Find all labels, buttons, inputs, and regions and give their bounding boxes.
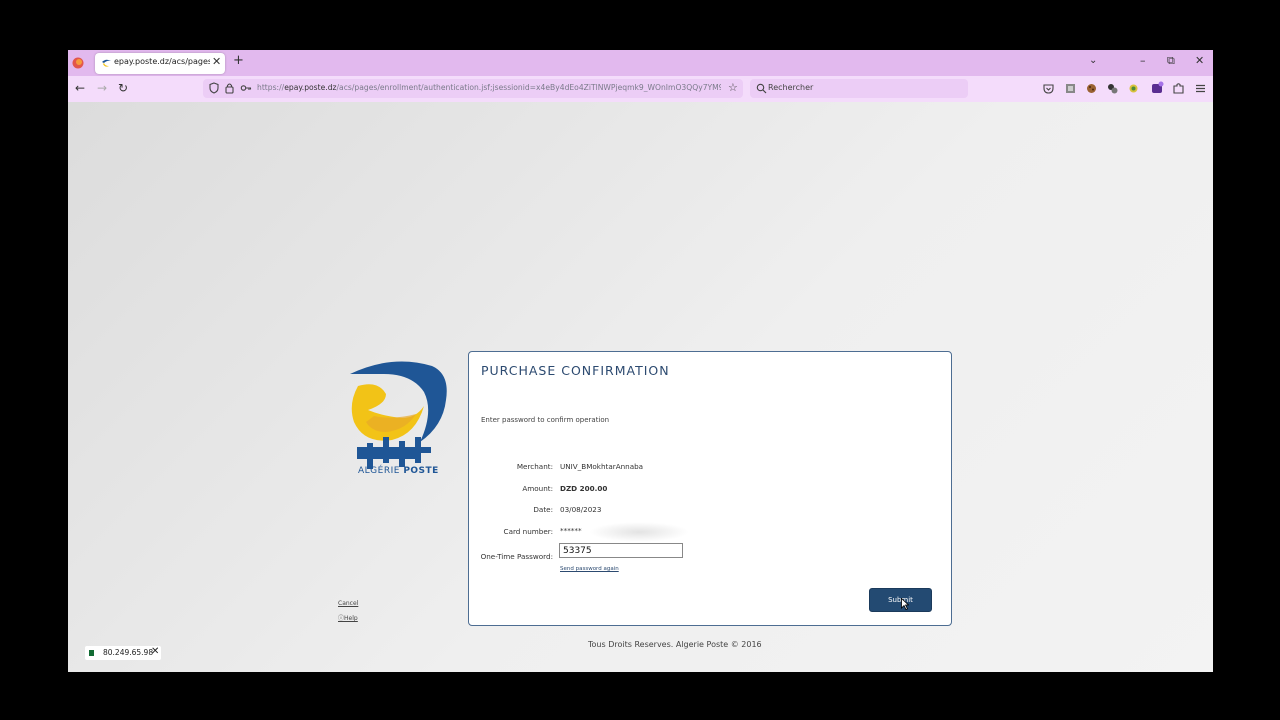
algerie-poste-logo <box>350 361 447 469</box>
puzzle-icon[interactable] <box>1173 83 1184 94</box>
help-link-label: Help <box>344 615 358 622</box>
chevron-down-icon[interactable]: ⌄ <box>1089 55 1097 66</box>
url-text[interactable]: https://epay.poste.dz/acs/pages/enrollme… <box>257 83 721 92</box>
shield-icon[interactable] <box>209 82 219 94</box>
minimize-icon[interactable]: – <box>1140 54 1146 67</box>
otp-label: One-Time Password: <box>480 552 553 561</box>
search-icon <box>756 83 767 94</box>
date-value: 03/08/2023 <box>560 505 602 514</box>
close-icon[interactable]: ✕ <box>212 55 221 68</box>
ip-address: 80.249.65.98 <box>103 648 154 657</box>
nav-bar: ← → ↻ https://epay.poste.dz/acs/pages/en… <box>68 76 1213 102</box>
logo-caption-line1: ALGÉRIE <box>358 466 400 476</box>
close-icon[interactable]: ✕ <box>151 646 159 657</box>
forward-icon[interactable]: → <box>97 81 107 95</box>
help-link[interactable]: ⓘHelp <box>338 613 358 622</box>
amount-value: DZD 200.00 <box>560 484 608 493</box>
card-number-redaction <box>589 522 689 542</box>
card-number-label: Card number: <box>503 527 553 536</box>
logo-caption: ALGÉRIE POSTE <box>358 466 439 476</box>
cancel-link[interactable]: Cancel <box>338 600 358 607</box>
page-footer: Tous Droits Reserves. Algerie Poste © 20… <box>588 640 762 649</box>
extension-green-icon[interactable] <box>1128 83 1139 94</box>
flag-icon <box>89 650 94 656</box>
extension-purple-icon[interactable] <box>1151 81 1164 94</box>
back-icon[interactable]: ← <box>75 81 85 95</box>
browser-window: epay.poste.dz/acs/pages/enroll ✕ + ⌄ – ⧉… <box>68 50 1213 672</box>
lock-icon[interactable] <box>225 82 234 94</box>
star-icon[interactable]: ☆ <box>728 81 738 94</box>
date-label: Date: <box>533 505 553 514</box>
close-window-icon[interactable]: ✕ <box>1195 54 1204 67</box>
otp-input[interactable] <box>559 543 683 558</box>
cookie-extension-icon[interactable] <box>1086 83 1097 94</box>
search-placeholder: Rechercher <box>768 83 814 92</box>
restore-icon[interactable]: ⧉ <box>1167 54 1175 68</box>
tab-bar: epay.poste.dz/acs/pages/enroll ✕ + ⌄ – ⧉… <box>68 50 1213 76</box>
send-password-again-link[interactable]: Send password again <box>560 566 619 572</box>
cursor-icon <box>901 598 909 610</box>
extension-icon[interactable] <box>1107 83 1118 94</box>
purchase-confirmation-card: PURCHASE CONFIRMATION Enter password to … <box>468 351 952 626</box>
url-prefix: https:// <box>257 83 285 92</box>
logo-caption-line2: POSTE <box>403 466 439 476</box>
url-domain: epay.poste.dz <box>284 83 337 92</box>
card-title: PURCHASE CONFIRMATION <box>481 363 670 378</box>
firefox-icon[interactable] <box>72 57 84 69</box>
url-path: /acs/pages/enrollment/authentication.jsf… <box>336 83 722 92</box>
key-icon[interactable] <box>240 82 252 94</box>
card-intro: Enter password to confirm operation <box>481 416 610 424</box>
reader-icon[interactable] <box>1065 83 1076 94</box>
pocket-icon[interactable] <box>1043 83 1054 94</box>
tab-active[interactable]: epay.poste.dz/acs/pages/enroll ✕ <box>95 53 225 74</box>
page-content: ALGÉRIE POSTE Cancel ⓘHelp PURCHASE CONF… <box>68 102 1213 672</box>
tab-title: epay.poste.dz/acs/pages/enroll <box>114 57 210 66</box>
favicon-icon <box>102 59 111 67</box>
reload-icon[interactable]: ↻ <box>118 81 128 95</box>
plus-icon[interactable]: + <box>233 53 244 68</box>
search-bar[interactable]: Rechercher <box>750 79 968 98</box>
url-bar[interactable]: https://epay.poste.dz/acs/pages/enrollme… <box>203 79 743 98</box>
amount-label: Amount: <box>522 484 553 493</box>
menu-icon[interactable] <box>1195 83 1206 94</box>
side-links: Cancel ⓘHelp <box>338 600 358 628</box>
card-number-value: ****** <box>560 526 582 535</box>
ip-badge: 80.249.65.98 ✕ <box>85 646 161 660</box>
merchant-label: Merchant: <box>516 462 553 471</box>
merchant-value: UNIV_BMokhtarAnnaba <box>560 462 644 471</box>
